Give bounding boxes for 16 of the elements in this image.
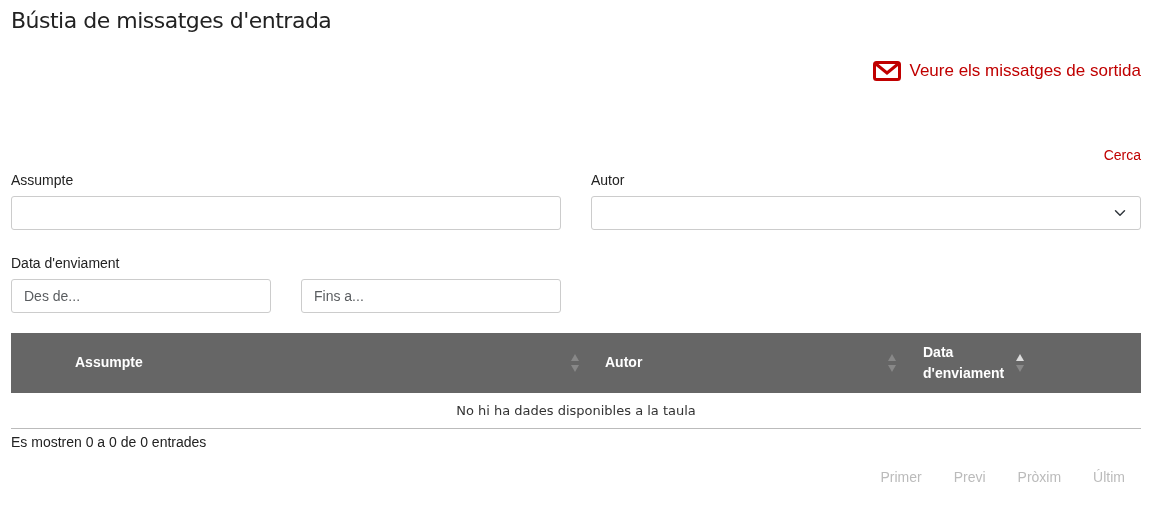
field-label: Assumpte bbox=[11, 170, 75, 190]
column-header[interactable]: Assumpte bbox=[75, 352, 143, 374]
field-label: Data d'enviament bbox=[11, 253, 121, 273]
outbox-link[interactable]: Veure els missatges de sortida bbox=[873, 58, 1141, 84]
table-info: Es mostren 0 a 0 de 0 entrades bbox=[11, 433, 208, 453]
column-header[interactable]: Autor bbox=[605, 352, 643, 374]
empty-message: No hi ha dades disponibles a la taula bbox=[11, 392, 1141, 429]
sort-icon[interactable] bbox=[1015, 352, 1025, 373]
envelope-icon bbox=[873, 61, 902, 82]
field-label: Autor bbox=[591, 170, 626, 190]
date-to-field[interactable]: Fins a... bbox=[301, 278, 561, 313]
date-from-field[interactable]: Des de... bbox=[11, 278, 271, 313]
author-select[interactable] bbox=[591, 195, 1141, 230]
search-link[interactable]: Cerca bbox=[1103, 144, 1141, 166]
page-title: Bústia de missatges d'entrada bbox=[11, 8, 333, 35]
subject-field[interactable] bbox=[11, 195, 561, 230]
